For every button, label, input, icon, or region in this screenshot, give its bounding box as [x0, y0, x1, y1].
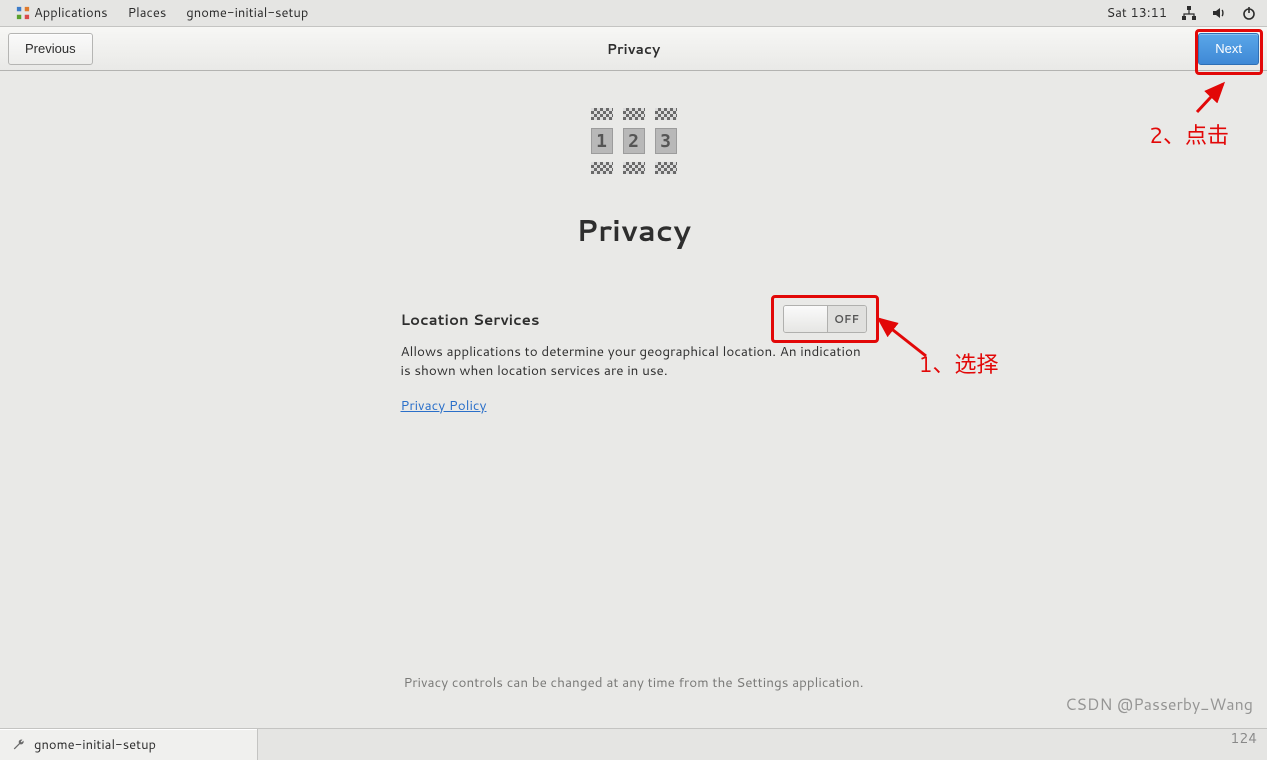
applications-label: Applications — [34, 4, 108, 22]
places-label: Places — [128, 4, 167, 22]
focused-app-label: gnome-initial-setup — [186, 4, 308, 22]
page-title: Privacy — [399, 208, 869, 251]
volume-icon[interactable] — [1211, 5, 1227, 21]
wrench-icon — [12, 738, 26, 752]
location-services-row: Location Services OFF — [401, 305, 867, 333]
headerbar: Previous Privacy Next — [0, 27, 1267, 71]
network-icon[interactable] — [1181, 5, 1197, 21]
taskbar-item-label: gnome-initial-setup — [34, 736, 156, 754]
top-panel: Applications Places gnome-initial-setup … — [0, 0, 1267, 27]
annotation-arrow-1 — [871, 311, 931, 361]
priv-num-1: 1 — [591, 128, 613, 154]
switch-state-label: OFF — [828, 306, 866, 332]
footer-note: Privacy controls can be changed at any t… — [403, 673, 863, 692]
privacy-icon: 1 2 3 — [591, 108, 677, 174]
previous-button[interactable]: Previous — [8, 33, 93, 65]
watermark: CSDN @Passerby_Wang — [1065, 693, 1253, 716]
location-services-label: Location Services — [401, 309, 540, 330]
next-button[interactable]: Next — [1198, 33, 1259, 65]
bottom-taskbar: gnome-initial-setup — [0, 728, 1267, 760]
main-content: 1 2 3 Privacy Location Services OFF Allo… — [0, 71, 1267, 728]
location-services-description: Allows applications to determine your ge… — [401, 343, 867, 381]
top-panel-left: Applications Places gnome-initial-setup — [6, 0, 318, 27]
switch-handle — [784, 306, 828, 332]
clock-label[interactable]: Sat 13:11 — [1106, 4, 1167, 22]
location-services-block: Location Services OFF Allows application… — [399, 305, 869, 416]
taskbar-item-gnome-initial-setup[interactable]: gnome-initial-setup — [0, 729, 258, 760]
power-icon[interactable] — [1241, 5, 1257, 21]
annotation-text-1: 1、选择 — [919, 347, 999, 380]
places-menu[interactable]: Places — [118, 0, 177, 27]
location-services-switch[interactable]: OFF — [783, 305, 867, 333]
center-column: 1 2 3 Privacy Location Services OFF Allo… — [399, 103, 869, 416]
applications-menu[interactable]: Applications — [6, 0, 118, 27]
activities-icon — [16, 6, 30, 20]
priv-num-3: 3 — [655, 128, 677, 154]
priv-num-2: 2 — [623, 128, 645, 154]
privacy-policy-link[interactable]: Privacy Policy — [401, 396, 487, 415]
header-title: Privacy — [607, 39, 661, 59]
focused-app-menu[interactable]: gnome-initial-setup — [176, 0, 318, 27]
top-panel-right: Sat 13:11 — [1106, 4, 1261, 22]
